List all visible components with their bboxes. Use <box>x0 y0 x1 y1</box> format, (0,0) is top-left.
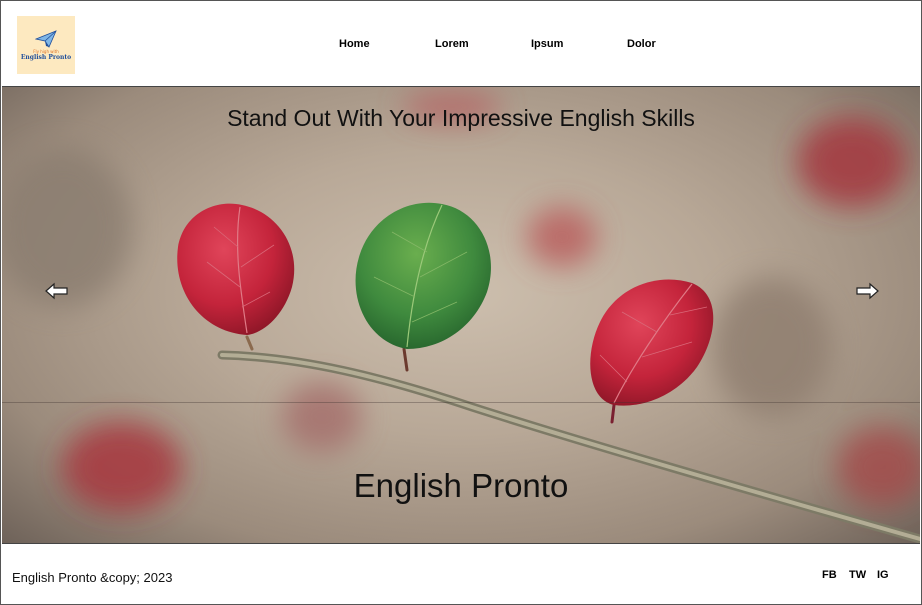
next-slide-button[interactable] <box>855 282 879 300</box>
logo-name: English Pronto <box>20 53 72 61</box>
arrow-left-icon <box>45 282 68 300</box>
arrow-right-icon <box>856 282 879 300</box>
social-link-fb[interactable]: FB <box>822 569 837 581</box>
hero-brand: English Pronto <box>353 467 569 504</box>
nav-ipsum[interactable]: Ipsum <box>531 38 563 50</box>
red-leaf-right <box>590 279 714 406</box>
site-header: Fly high with English Pronto Home Lorem … <box>2 2 920 87</box>
social-link-tw[interactable]: TW <box>849 569 866 581</box>
hero-headline: Stand Out With Your Impressive English S… <box>227 105 695 131</box>
site-footer: English Pronto &copy; 2023 FB TW IG <box>2 543 920 604</box>
page-frame: Fly high with English Pronto Home Lorem … <box>0 0 922 605</box>
copyright-text: English Pronto &copy; 2023 <box>12 570 173 585</box>
main-nav: Home Lorem Ipsum Dolor <box>2 38 920 54</box>
social-link-ig[interactable]: IG <box>877 569 889 581</box>
prev-slide-button[interactable] <box>45 282 69 300</box>
green-leaf <box>355 202 491 349</box>
nav-dolor[interactable]: Dolor <box>627 38 656 50</box>
red-leaf-left <box>177 203 295 335</box>
nav-lorem[interactable]: Lorem <box>435 38 469 50</box>
nav-home[interactable]: Home <box>339 38 370 50</box>
hero-slider: Stand Out With Your Impressive English S… <box>2 87 920 543</box>
hero-divider <box>2 402 920 403</box>
